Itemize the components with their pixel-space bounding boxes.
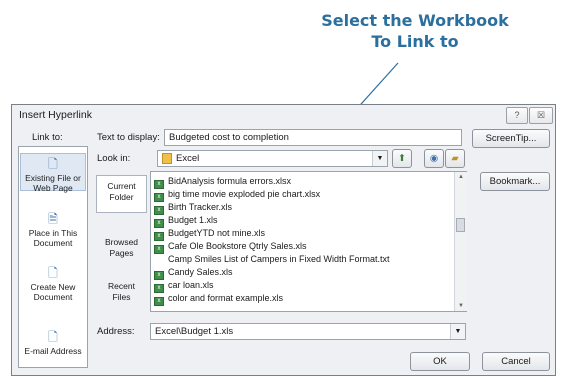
browse-file-icon: ▰ [451,153,459,164]
help-button[interactable]: ? [506,107,528,124]
browse-web-icon: ◉ [429,153,439,164]
file-name: car loan.xls [168,280,214,290]
file-list-item[interactable]: x Budget 1.xls [154,215,218,228]
file-list-item[interactable]: x car loan.xls [154,280,214,293]
address-input[interactable]: Excel\Budget 1.xls ▼ [150,323,466,340]
title-bar: Insert Hyperlink ? ☒ [12,105,555,125]
file-list-item[interactable]: Camp Smiles List of Campers in Fixed Wid… [154,254,390,265]
tab-label: Files [112,292,131,302]
dialog-title: Insert Hyperlink [19,109,92,121]
tab-current-folder[interactable]: Current Folder [96,175,147,213]
tab-label: Browsed [104,237,139,247]
sidebar-label: Place in This [28,228,78,238]
existing-file-icon: 🗋 [48,157,58,171]
file-name: big time movie exploded pie chart.xlsx [168,189,321,199]
excel-file-icon: x [154,245,164,254]
tab-label: Recent [108,281,135,291]
excel-file-icon: x [154,219,164,228]
text-to-display-input[interactable]: Budgeted cost to completion [164,129,462,146]
chevron-down-icon[interactable]: ▼ [450,324,465,339]
tab-label: Pages [109,248,134,258]
tab-recent-files[interactable]: Recent Files [96,281,147,311]
sidebar-label: Web Page [33,183,73,193]
ok-button[interactable]: OK [410,352,470,371]
file-list-item[interactable]: x Birth Tracker.xls [154,202,233,215]
excel-file-icon: x [154,284,164,293]
sidebar-item-place-in-document[interactable]: 🗎 Place in This Document [20,209,86,248]
callout-text: Select the Workbook To Link to [300,10,530,52]
link-to-sidebar: 🗋 Existing File or Web Page 🗎 Place in T… [18,146,88,368]
place-in-document-icon: 🗎 [48,212,58,226]
sidebar-label: Document [33,238,73,248]
browse-web-button[interactable]: ◉ [424,149,444,168]
up-one-folder-button[interactable]: ⬆ [392,149,412,168]
sidebar-item-email-address[interactable]: 🗋 E-mail Address [20,327,86,357]
excel-file-icon: x [154,232,164,241]
look-in-value: Excel [176,153,200,164]
sidebar-label: Document [33,292,73,302]
sidebar-item-existing-file[interactable]: 🗋 Existing File or Web Page [20,153,86,193]
file-list-item[interactable]: x big time movie exploded pie chart.xlsx [154,189,321,202]
browse-category-nav: Current Folder Browsed Pages Recent File… [96,171,148,312]
excel-file-icon: x [154,297,164,306]
bookmark-button[interactable]: Bookmark... [480,172,550,191]
file-list: x BidAnalysis formula errors.xlsx x big ti… [150,171,467,312]
file-name: BidAnalysis formula errors.xlsx [168,176,292,186]
folder-icon [162,153,172,164]
look-in-label: Look in: [97,153,131,164]
sidebar-label: E-mail Address [24,346,82,356]
email-address-icon: 🗋 [48,330,58,344]
file-list-item[interactable]: x Cafe Ole Bookstore Qtrly Sales.xls [154,241,307,254]
create-new-document-icon: 🗋 [48,266,58,280]
tab-label: Current [107,181,136,191]
address-label: Address: [97,326,135,337]
sidebar-label: Create New [30,282,76,292]
file-name: color and format example.xls [168,293,284,303]
screentip-button[interactable]: ScreenTip... [472,129,550,148]
scroll-up-icon[interactable]: ▲ [455,174,467,180]
text-to-display-label: Text to display: [97,132,160,143]
scroll-thumb[interactable] [456,218,465,232]
file-list-item[interactable]: x color and format example.xls [154,293,284,306]
sidebar-label: Existing File or [25,173,81,183]
close-button[interactable]: ☒ [529,107,553,124]
callout-line-2: To Link to [371,32,459,51]
excel-file-icon: x [154,180,164,189]
look-in-select[interactable]: Excel ▼ [157,150,388,167]
link-to-label: Link to: [32,132,63,143]
browse-file-button[interactable]: ▰ [445,149,465,168]
file-list-scrollbar[interactable]: ▲ ▼ [454,172,467,311]
file-name: Budget 1.xls [168,215,218,225]
insert-hyperlink-dialog: Insert Hyperlink ? ☒ Link to: Text to di… [11,104,556,376]
file-name: Birth Tracker.xls [168,202,233,212]
cancel-button[interactable]: Cancel [482,352,550,371]
sidebar-item-create-new-document[interactable]: 🗋 Create New Document [20,263,86,302]
chevron-down-icon[interactable]: ▼ [372,151,387,166]
file-name: Cafe Ole Bookstore Qtrly Sales.xls [168,241,307,251]
excel-file-icon: x [154,193,164,202]
up-folder-icon: ⬆ [398,153,406,164]
scroll-down-icon[interactable]: ▼ [455,303,467,309]
address-value: Excel\Budget 1.xls [155,326,234,337]
callout-line-1: Select the Workbook [321,11,509,30]
tab-label: Folder [109,192,134,202]
excel-file-icon: x [154,271,164,280]
file-name: Candy Sales.xls [168,267,233,277]
file-name: Camp Smiles List of Campers in Fixed Wid… [168,254,390,264]
file-list-item[interactable]: x Candy Sales.xls [154,267,233,280]
file-list-item[interactable]: x BidAnalysis formula errors.xlsx [154,176,292,189]
file-name: BudgetYTD not mine.xls [168,228,266,238]
tab-browsed-pages[interactable]: Browsed Pages [96,237,147,267]
file-list-item[interactable]: x BudgetYTD not mine.xls [154,228,266,241]
excel-file-icon: x [154,206,164,215]
